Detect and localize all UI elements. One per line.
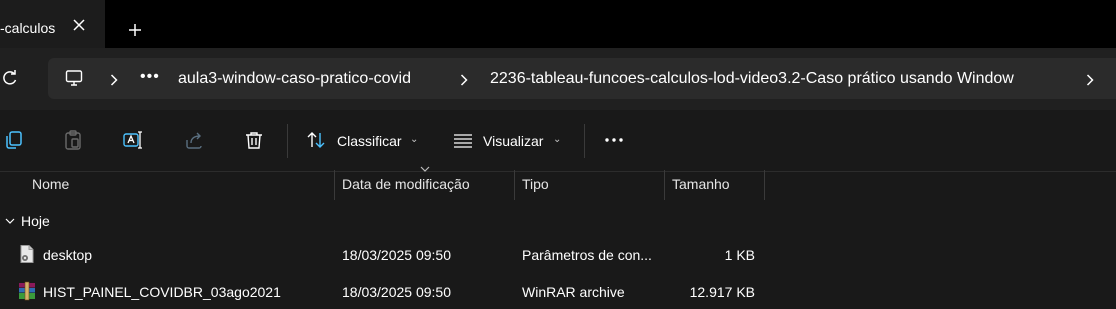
new-tab-icon[interactable] xyxy=(125,20,145,40)
this-pc-icon[interactable] xyxy=(64,68,84,88)
view-button[interactable]: Visualizar xyxy=(483,133,543,149)
column-header-modified[interactable]: Data de modificação xyxy=(342,176,470,192)
file-size: 1 KB xyxy=(724,247,755,263)
sort-button[interactable]: Classificar xyxy=(337,133,402,149)
close-tab-icon[interactable] xyxy=(68,14,90,36)
column-divider[interactable] xyxy=(334,170,335,200)
chevron-down-icon[interactable]: ⌄ xyxy=(553,134,561,145)
breadcrumb-chevron-icon[interactable] xyxy=(107,73,121,87)
column-header-name[interactable]: Nome xyxy=(32,176,69,192)
title-bar xyxy=(0,0,1116,48)
winrar-archive-icon xyxy=(17,281,37,301)
view-icon[interactable] xyxy=(452,129,474,151)
column-divider[interactable] xyxy=(664,170,665,200)
column-divider[interactable] xyxy=(514,170,515,200)
breadcrumb-chevron-icon[interactable] xyxy=(1083,73,1097,87)
group-header[interactable]: Hoje xyxy=(21,213,50,229)
paste-icon[interactable] xyxy=(62,129,84,151)
chevron-down-icon[interactable]: ⌄ xyxy=(410,134,418,145)
file-modified: 18/03/2025 09:50 xyxy=(342,284,451,300)
file-type: Parâmetros de con... xyxy=(522,247,652,263)
more-breadcrumbs-icon[interactable]: ••• xyxy=(140,68,160,86)
file-size: 12.917 KB xyxy=(689,284,755,300)
rename-icon[interactable] xyxy=(122,129,144,151)
file-name[interactable]: desktop xyxy=(43,247,92,263)
column-header-size[interactable]: Tamanho xyxy=(672,176,730,192)
column-header-type[interactable]: Tipo xyxy=(522,176,549,192)
breadcrumb-chevron-icon[interactable] xyxy=(457,73,471,87)
column-divider[interactable] xyxy=(764,170,765,200)
toolbar-separator xyxy=(287,124,288,158)
file-name[interactable]: HIST_PAINEL_COVIDBR_03ago2021 xyxy=(43,284,281,300)
collapse-group-icon[interactable] xyxy=(5,216,15,226)
sort-indicator-icon xyxy=(420,166,430,172)
more-options-icon[interactable] xyxy=(603,129,625,151)
file-modified: 18/03/2025 09:50 xyxy=(342,247,451,263)
refresh-icon[interactable] xyxy=(0,68,20,88)
copy-icon[interactable] xyxy=(3,129,25,151)
toolbar-separator xyxy=(584,124,585,158)
share-icon[interactable] xyxy=(183,129,205,151)
breadcrumb-item[interactable]: aula3-window-caso-pratico-covid xyxy=(178,70,411,88)
sort-icon[interactable] xyxy=(305,129,327,151)
file-type: WinRAR archive xyxy=(522,284,625,300)
delete-icon[interactable] xyxy=(243,129,265,151)
breadcrumb-item[interactable]: 2236-tableau-funcoes-calculos-lod-video3… xyxy=(490,70,1014,88)
settings-file-icon xyxy=(17,244,37,264)
tab-title: -calculos xyxy=(0,20,56,36)
